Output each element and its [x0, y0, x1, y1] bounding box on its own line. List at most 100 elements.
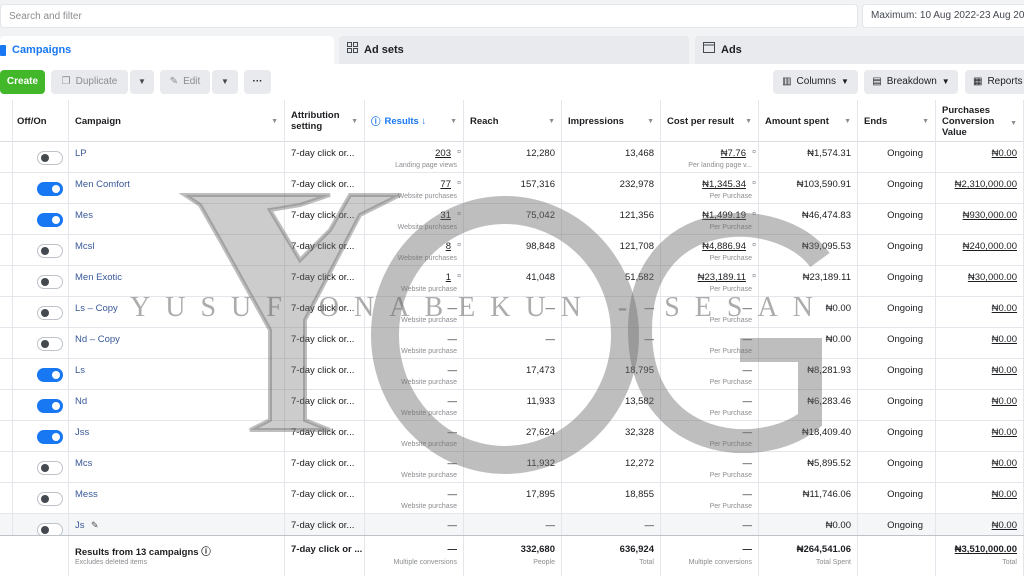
attr-value: 7-day click or...	[291, 334, 355, 345]
compare-icon: ¤	[752, 242, 756, 249]
table-row[interactable]: Men Comfort 7-day click or... 77 ¤ Website p…	[0, 173, 1024, 204]
duplicate-dropdown-button[interactable]: ▼	[130, 70, 154, 94]
campaign-toggle[interactable]	[37, 306, 63, 320]
amount-value: ₦39,095.53	[801, 241, 851, 252]
campaign-toggle[interactable]	[37, 492, 63, 506]
name-value[interactable]: Js	[75, 520, 85, 531]
name-value[interactable]: Mess	[75, 489, 98, 500]
campaign-toggle[interactable]	[37, 182, 63, 196]
header-amount-spent[interactable]: Amount spent ▼	[759, 100, 858, 142]
header-cost-per-result[interactable]: Cost per result ▼	[661, 100, 759, 142]
cell-ends: Ongoing	[858, 204, 936, 235]
totals-results: — Multiple conversions	[365, 536, 464, 576]
name-value[interactable]: Mcsl	[75, 241, 95, 252]
header-pcv-label: Purchases Conversion Value	[942, 104, 995, 138]
table-row[interactable]: LP 7-day click or... 203 ¤ Landing page view…	[0, 142, 1024, 173]
reports-button[interactable]: ▦ Reports	[965, 70, 1024, 94]
campaign-toggle[interactable]	[37, 337, 63, 351]
campaign-toggle[interactable]	[37, 461, 63, 475]
header-attribution-label: Attribution setting	[291, 110, 340, 132]
table-row[interactable]: Ls – Copy 7-day click or... — Website purch…	[0, 297, 1024, 328]
table-row[interactable]: Nd 7-day click or... — Website purchase 11,9…	[0, 390, 1024, 421]
cell-name: Mcsl	[69, 235, 285, 266]
table-row[interactable]: Jss 7-day click or... — Website purchase 27,…	[0, 421, 1024, 452]
header-impressions[interactable]: Impressions ▼	[562, 100, 661, 142]
cell-ends: Ongoing	[858, 235, 936, 266]
header-off-on[interactable]: Off/On	[11, 100, 69, 142]
campaign-toggle[interactable]	[37, 430, 63, 444]
cell-impressions: 13,468	[562, 142, 661, 173]
name-value[interactable]: Mes	[75, 210, 93, 221]
cell-attr: 7-day click or...	[285, 328, 365, 359]
results-subtext: Website purchase	[401, 348, 457, 355]
campaign-toggle[interactable]	[37, 151, 63, 165]
level-tabs: Campaigns Ad sets Ads	[0, 36, 1024, 64]
name-value[interactable]: Nd	[75, 396, 87, 407]
pencil-icon[interactable]: ✎	[91, 520, 99, 531]
header-campaign[interactable]: Campaign ▼	[69, 100, 285, 142]
columns-button[interactable]: ▥ Columns ▼	[773, 70, 858, 94]
name-value[interactable]: Nd – Copy	[75, 334, 120, 345]
cell-reach: 11,933	[464, 390, 562, 421]
table-row[interactable]: Mcs 7-day click or... — Website purchase 11,…	[0, 452, 1024, 483]
name-value[interactable]: Ls	[75, 365, 85, 376]
name-value[interactable]: LP	[75, 148, 87, 159]
campaign-toggle[interactable]	[37, 244, 63, 258]
name-value[interactable]: Mcs	[75, 458, 92, 469]
campaign-toggle[interactable]	[37, 399, 63, 413]
results-value: 8	[445, 241, 451, 252]
breakdown-button[interactable]: ▤ Breakdown ▼	[864, 70, 958, 94]
columns-label: Columns	[796, 76, 836, 87]
tab-ads[interactable]: Ads	[695, 36, 1024, 64]
toggle-knob	[41, 278, 49, 286]
edit-button[interactable]: ✎ Edit	[160, 70, 210, 94]
reach-value: 17,473	[525, 365, 555, 376]
header-attribution[interactable]: Attribution setting ▼	[285, 100, 365, 142]
create-button[interactable]: Create	[0, 70, 45, 94]
cell-pcv: ₦0.00	[936, 359, 1024, 390]
toggle-knob	[52, 185, 60, 193]
cell-amount: ₦8,281.93	[759, 359, 858, 390]
cell-impressions: 32,328	[562, 421, 661, 452]
cell-reach: 11,932	[464, 452, 562, 483]
search-input[interactable]	[0, 4, 858, 28]
table-row[interactable]: Mes 7-day click or... 31 ¤ Website purchases…	[0, 204, 1024, 235]
toggle-knob	[41, 309, 49, 317]
campaign-toggle[interactable]	[37, 275, 63, 289]
cost-subtext: Per Purchase	[709, 224, 752, 231]
name-value[interactable]: Men Exotic	[75, 272, 122, 283]
on-off-cell	[11, 421, 69, 452]
table-row[interactable]: Men Exotic 7-day click or... 1 ¤ Website pur…	[0, 266, 1024, 297]
cell-name: LP	[69, 142, 285, 173]
cell-pcv: ₦0.00	[936, 297, 1024, 328]
attr-value: 7-day click or...	[291, 458, 355, 469]
breakdown-label: Breakdown	[886, 76, 937, 87]
table-row[interactable]: Mess 7-day click or... — Website purchase 17…	[0, 483, 1024, 514]
duplicate-button[interactable]: ❐ Duplicate	[51, 70, 128, 94]
edit-dropdown-button[interactable]: ▼	[212, 70, 238, 94]
pcv-value: ₦0.00	[991, 396, 1017, 407]
header-results[interactable]: ⓘ Results ↓ ▼	[365, 100, 464, 142]
tab-ad-sets[interactable]: Ad sets	[339, 36, 689, 64]
cell-pcv: ₦240,000.00	[936, 235, 1024, 266]
campaign-toggle[interactable]	[37, 213, 63, 227]
table-row[interactable]: Ls 7-day click or... — Website purchase 17,4…	[0, 359, 1024, 390]
name-value[interactable]: Men Comfort	[75, 179, 130, 190]
header-ends[interactable]: Ends ▼	[858, 100, 936, 142]
name-value[interactable]: Ls – Copy	[75, 303, 118, 314]
impressions-value: —	[644, 334, 655, 345]
more-options-button[interactable]: ···	[244, 70, 271, 94]
impressions-value: 13,468	[624, 148, 654, 159]
header-purchases-conversion-value[interactable]: Purchases Conversion Value ▼	[936, 100, 1024, 142]
toolbar: Create ❐ Duplicate ▼ ✎ Edit ▼ ··· ▥ Colu…	[0, 64, 1024, 100]
tab-campaigns[interactable]: Campaigns	[0, 36, 334, 64]
name-value[interactable]: Jss	[75, 427, 89, 438]
table-row[interactable]: Nd – Copy 7-day click or... — Website purch…	[0, 328, 1024, 359]
header-reach[interactable]: Reach ▼	[464, 100, 562, 142]
date-range-picker[interactable]: Maximum: 10 Aug 2022-23 Aug 2022	[862, 4, 1024, 28]
campaign-toggle[interactable]	[37, 368, 63, 382]
table-row[interactable]: Mcsl 7-day click or... 8 ¤ Website purchases…	[0, 235, 1024, 266]
cell-ends: Ongoing	[858, 452, 936, 483]
breakdown-icon: ▤	[872, 76, 882, 87]
toggle-knob	[41, 495, 49, 503]
